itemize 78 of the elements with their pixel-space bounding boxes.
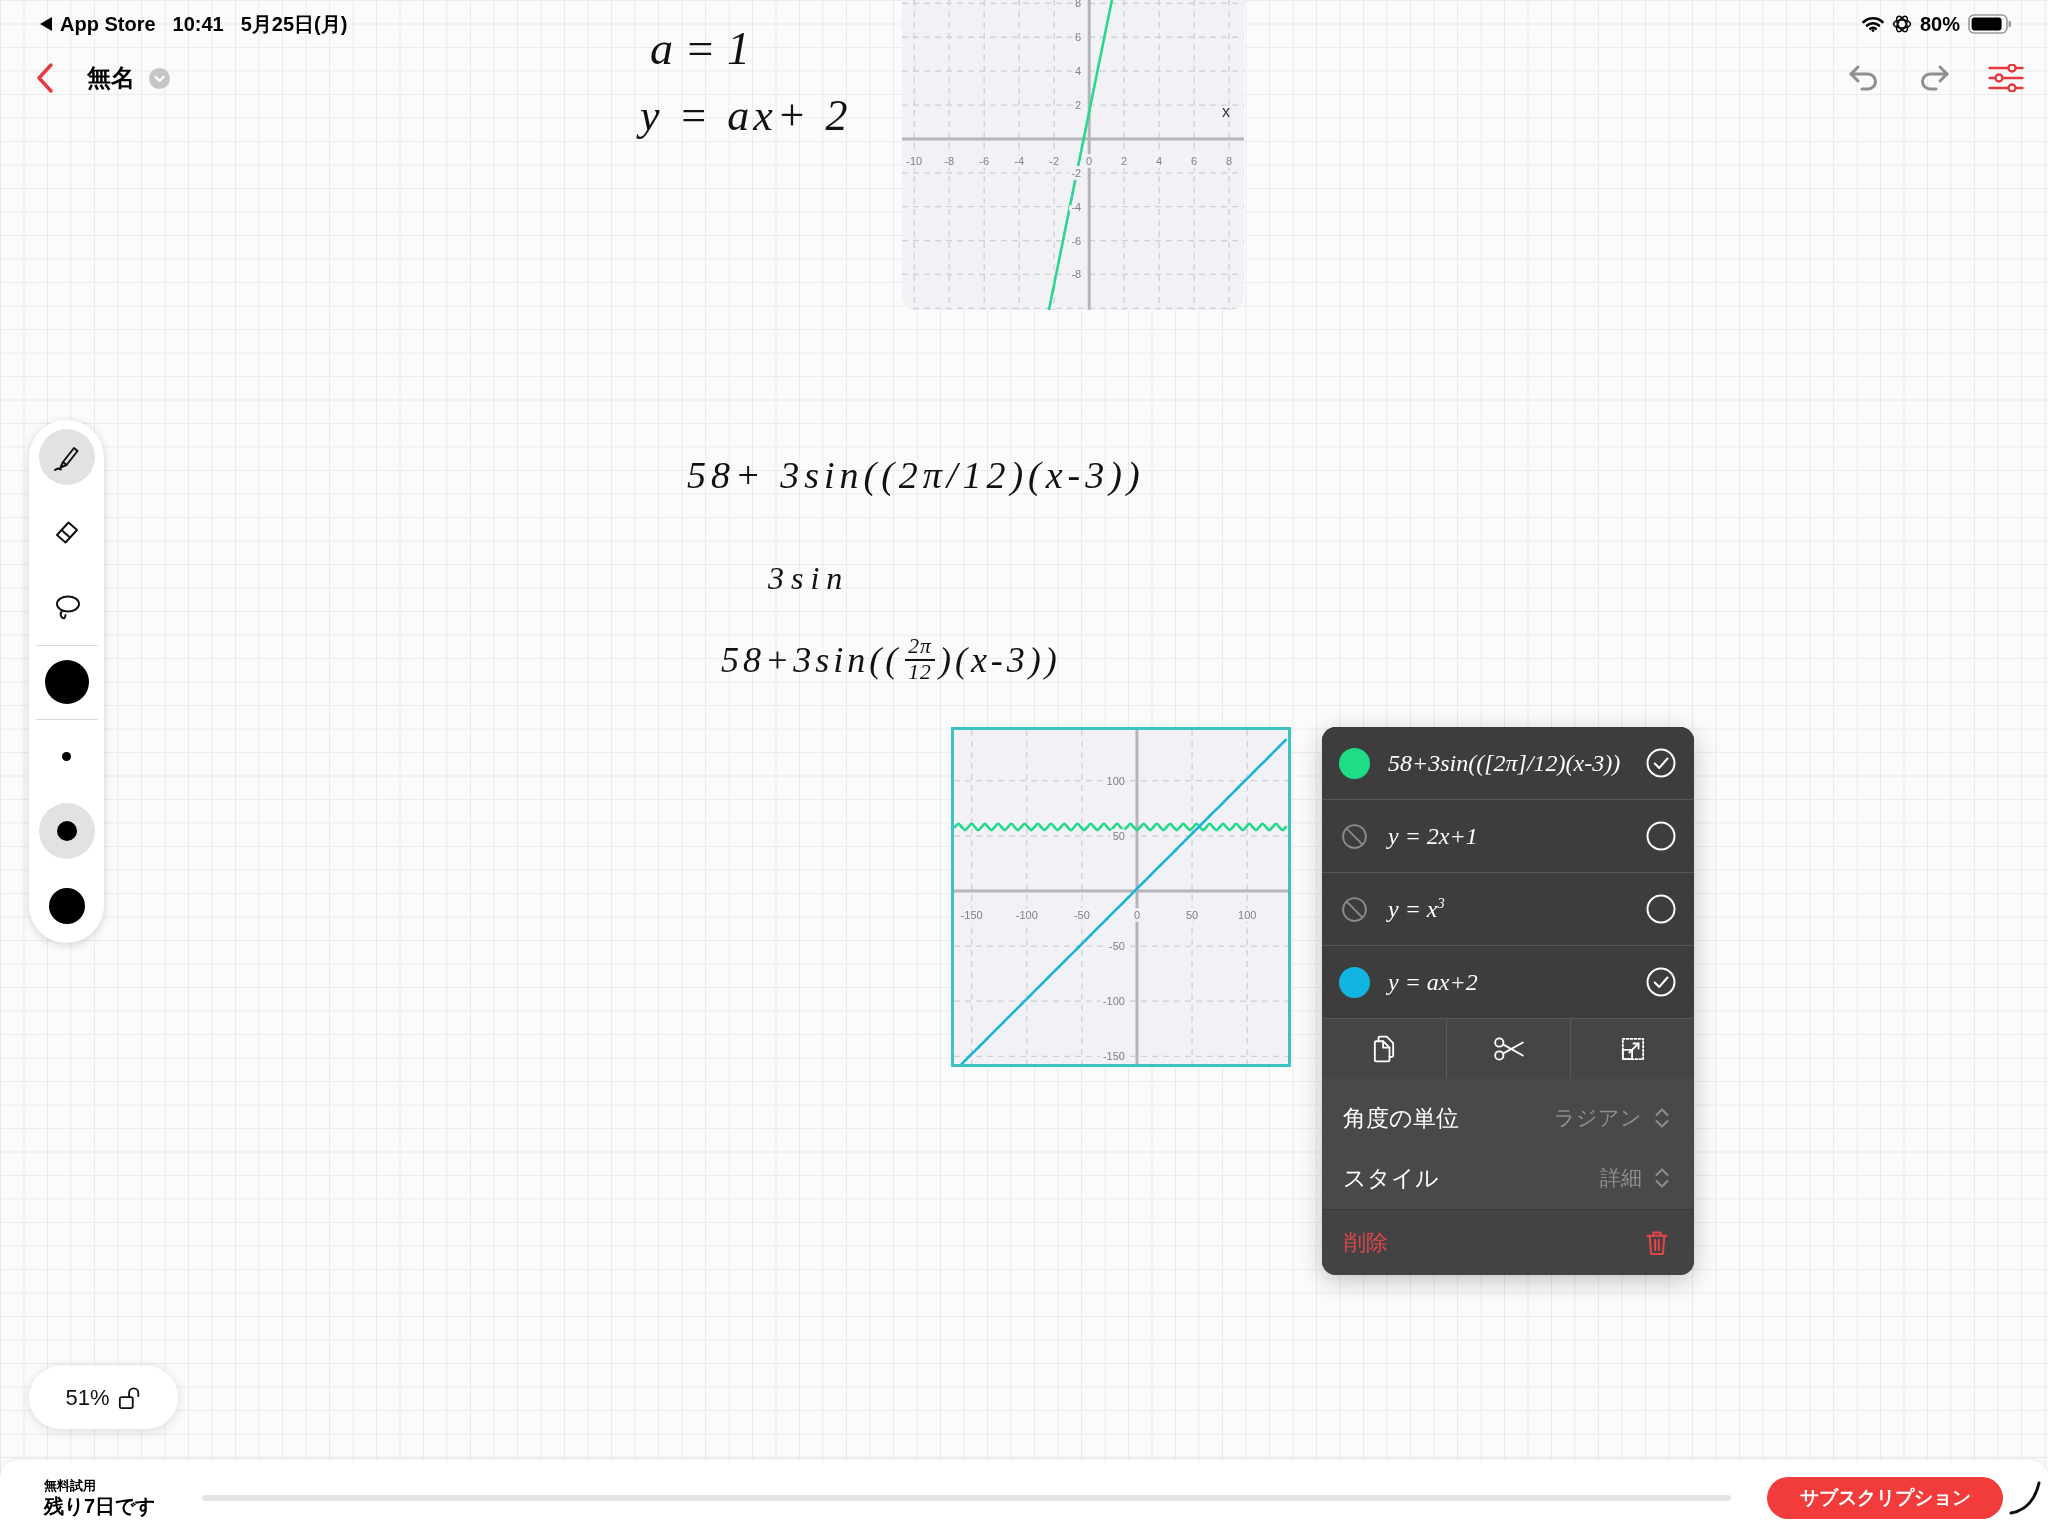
tick-label: -10 — [906, 154, 923, 167]
handwritten-note: 58+ 3sin((2π/12)(x-3)) — [687, 456, 1145, 494]
resize-button[interactable] — [1570, 1019, 1694, 1078]
document-title[interactable]: 無名 — [87, 62, 135, 94]
up-down-chevron-icon — [1654, 1166, 1670, 1190]
size-dot-icon — [48, 888, 85, 924]
back-to-app-link[interactable]: App Store — [40, 12, 156, 36]
undo-arrow-icon[interactable] — [1848, 64, 1880, 92]
pen-stroke-icon[interactable] — [2008, 1480, 2042, 1516]
zoom-level-button[interactable]: 51% — [29, 1366, 178, 1429]
days-remaining-text: 残り7日です — [44, 1494, 157, 1519]
tick-label: 4 — [1156, 154, 1163, 167]
equation-row[interactable]: y = 2x+1 — [1322, 800, 1694, 873]
tick-label: -50 — [1109, 940, 1125, 953]
tick-label: -150 — [960, 908, 983, 921]
tick-label: 4 — [1075, 65, 1082, 78]
tick-label: 0 — [1133, 908, 1141, 921]
tick-label: 100 — [1106, 774, 1125, 787]
battery-icon — [1968, 14, 2012, 34]
tick-label: 2 — [1075, 99, 1082, 112]
size-dot-icon — [62, 751, 71, 761]
round-checkbox[interactable] — [1646, 894, 1676, 924]
tool-button[interactable] — [38, 429, 95, 485]
equation-text: y = 2x+1 — [1388, 822, 1479, 850]
setting-label: 角度の単位 — [1343, 1103, 1459, 1133]
setting-label: スタイル — [1343, 1163, 1439, 1193]
tick-label: -4 — [1014, 154, 1025, 167]
tick-label: 2 — [1121, 154, 1128, 167]
subscribe-button[interactable]: サブスクリプション — [1767, 1477, 2003, 1519]
tick-label: -150 — [1102, 1050, 1125, 1063]
tick-label: -4 — [1071, 200, 1082, 213]
scissors-icon — [1492, 1036, 1525, 1061]
tick-label: 8 — [1075, 0, 1082, 10]
left-triangle-icon — [40, 17, 52, 31]
tick-label: -100 — [1015, 908, 1038, 921]
slashed-circle-icon — [1341, 822, 1368, 850]
color-swatch-icon[interactable] — [44, 660, 89, 704]
trash-icon — [1646, 1229, 1668, 1256]
trial-label: 無料試用 — [44, 1477, 97, 1494]
round-checkbox[interactable] — [1646, 967, 1676, 997]
graph-card[interactable]: -150 -100 -50 0 50 100 -150 -100 -50 50 100 — [951, 727, 1291, 1067]
equation-text: y = x$^{3}$ — [1388, 895, 1446, 923]
slashed-circle-icon — [1341, 895, 1368, 923]
equation-row[interactable]: 58+3sin(([2π]/12)(x-3)) — [1322, 727, 1694, 800]
round-checkbox[interactable] — [1646, 748, 1676, 778]
size-dot-icon — [56, 821, 77, 841]
chevron-left-icon[interactable] — [34, 62, 56, 94]
tick-label: 50 — [1112, 829, 1125, 842]
status-date: 5月25日(月) — [240, 11, 348, 37]
two-pages-icon — [1373, 1034, 1395, 1063]
tick-label: 50 — [1185, 908, 1199, 921]
tick-label: 100 — [1238, 908, 1257, 921]
equation-text: 58+3sin(([2π]/12)(x-3)) — [1388, 749, 1622, 777]
tick-label: 6 — [1191, 154, 1198, 167]
tick-label: -50 — [1073, 908, 1090, 921]
tick-label: 0 — [1086, 154, 1093, 167]
tick-label: -6 — [1071, 234, 1082, 247]
wifi-icon — [1861, 16, 1884, 32]
redo-arrow-icon[interactable] — [1918, 64, 1950, 92]
equation-text: y = ax+2 — [1388, 968, 1479, 996]
round-checkbox[interactable] — [1646, 821, 1676, 851]
status-time: 10:41 — [172, 12, 224, 36]
atom-outline-icon — [1891, 14, 1912, 34]
tick-label: -2 — [1049, 154, 1060, 167]
equation-row[interactable]: y = ax+2 — [1322, 946, 1694, 1019]
tick-label: 6 — [1075, 31, 1082, 44]
tick-label: 8 — [1226, 154, 1233, 167]
equation-row[interactable]: y = x$^{3}$ — [1322, 873, 1694, 946]
sliders-icon[interactable] — [1988, 64, 2024, 92]
tick-label: -8 — [944, 154, 955, 167]
tick-label: -6 — [979, 154, 990, 167]
up-down-chevron-icon — [1654, 1106, 1670, 1130]
handwritten-note: 3sin — [768, 562, 850, 594]
handwritten-note: a = 1 — [650, 26, 751, 72]
tick-label: -8 — [1071, 268, 1082, 281]
axis-label: x — [1222, 102, 1230, 120]
battery-percentage: 80% — [1919, 12, 1960, 36]
tick-label: -100 — [1102, 995, 1125, 1008]
